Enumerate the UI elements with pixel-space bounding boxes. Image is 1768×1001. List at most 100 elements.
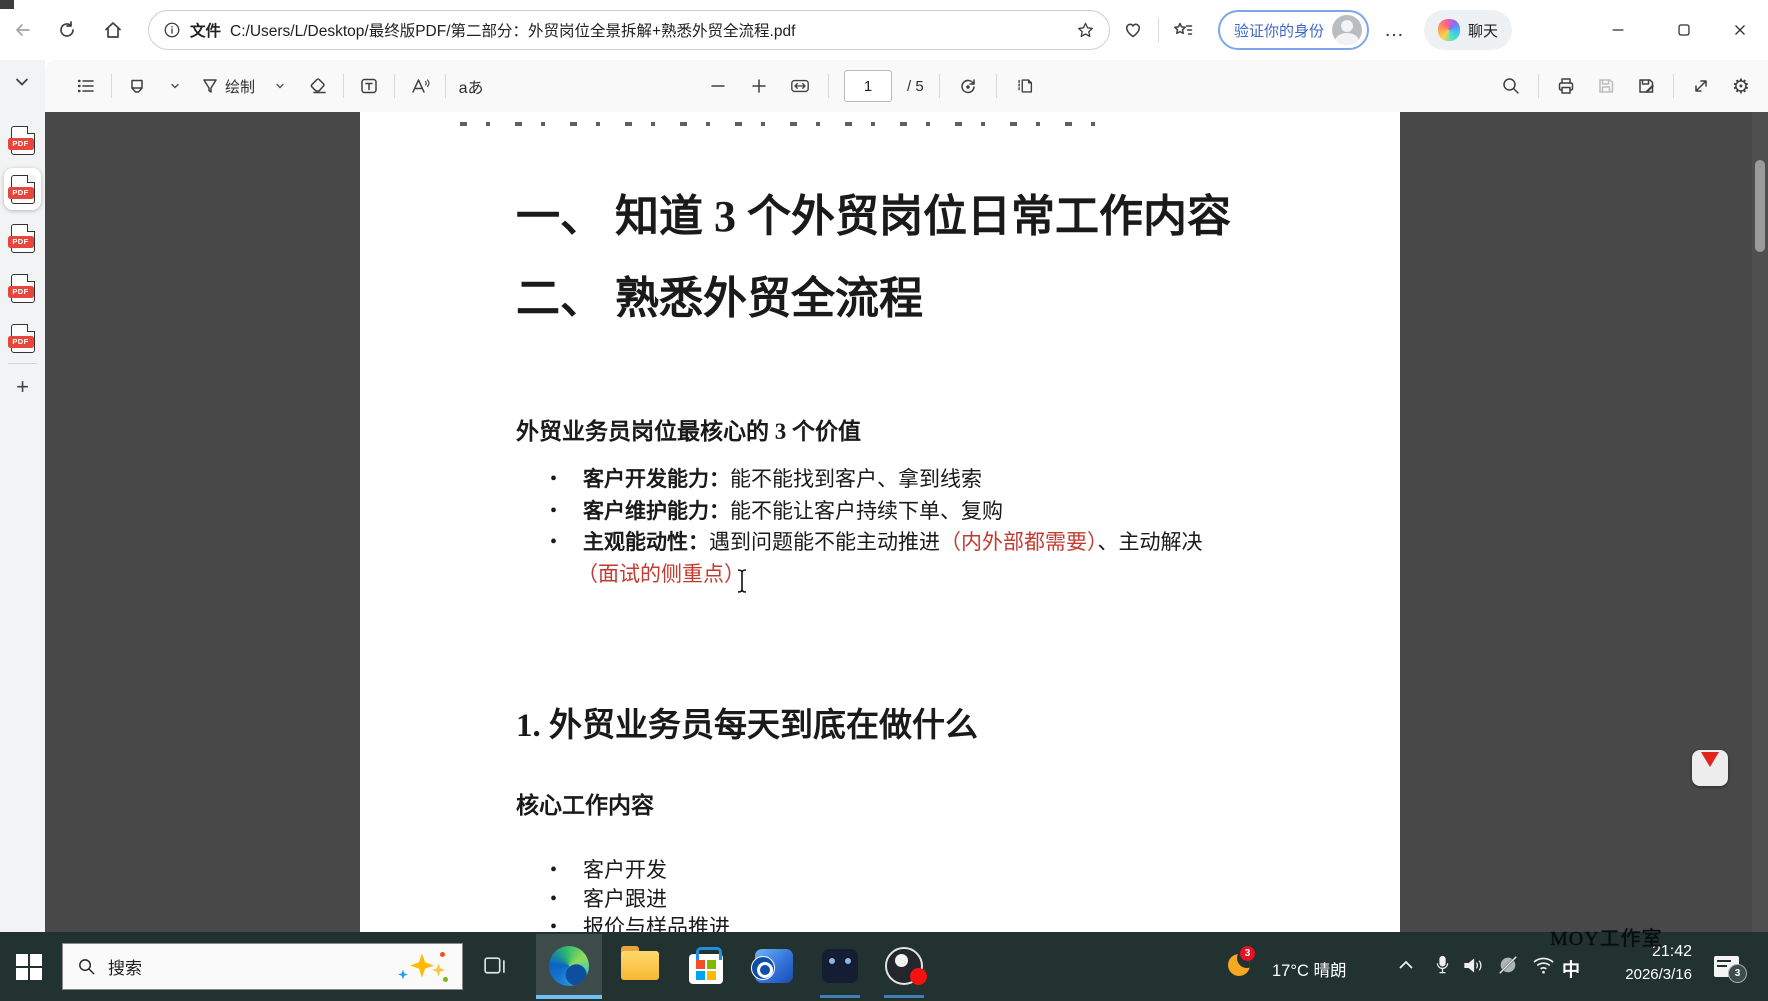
profile-avatar[interactable] bbox=[1332, 15, 1362, 45]
pdf-file-icon: PDF bbox=[11, 324, 35, 353]
fullscreen-icon[interactable] bbox=[1688, 70, 1714, 102]
file-explorer-icon bbox=[621, 951, 659, 981]
scrollbar-thumb[interactable] bbox=[1755, 160, 1765, 252]
table-of-contents-icon[interactable] bbox=[73, 70, 99, 102]
sidebar-tab-pdf-5[interactable]: PDF bbox=[4, 317, 41, 359]
pdf-file-icon: PDF bbox=[11, 274, 35, 303]
page-total-label: / 5 bbox=[907, 78, 924, 95]
ime-indicator[interactable]: 中 bbox=[1562, 956, 1580, 982]
acrobat-icon bbox=[1701, 752, 1719, 776]
eraser-icon[interactable] bbox=[305, 70, 331, 102]
interview-focus-note: （面试的侧重点） bbox=[577, 559, 1203, 591]
microphone-icon[interactable] bbox=[1434, 954, 1451, 976]
taskbar-outlook-button[interactable] bbox=[746, 934, 802, 998]
notification-center-button[interactable]: 3 bbox=[1714, 956, 1739, 977]
vertical-scrollbar[interactable] bbox=[1752, 112, 1768, 932]
wifi-icon[interactable] bbox=[1532, 955, 1555, 975]
back-icon[interactable] bbox=[8, 15, 38, 45]
page-view-icon[interactable] bbox=[1012, 70, 1038, 102]
url-scheme-label: 文件 bbox=[190, 19, 221, 41]
pdf-file-icon: PDF bbox=[11, 175, 35, 204]
pdf-toolbar-right-group: ⚙ bbox=[1498, 60, 1754, 112]
fit-to-width-icon[interactable] bbox=[787, 70, 813, 102]
favorite-star-icon[interactable] bbox=[1076, 21, 1095, 40]
translate-icon[interactable]: aあ bbox=[458, 70, 484, 102]
page-number-input[interactable] bbox=[844, 70, 892, 102]
draw-label: 绘制 bbox=[225, 76, 255, 97]
taskbar-edge-button[interactable] bbox=[536, 934, 602, 998]
search-placeholder: 搜索 bbox=[108, 954, 142, 979]
read-aloud-icon[interactable] bbox=[407, 70, 433, 102]
sidebar-tab-pdf-3[interactable]: PDF bbox=[4, 217, 41, 259]
browser-essentials-icon[interactable] bbox=[1118, 15, 1148, 45]
taskbar-obs-button[interactable] bbox=[876, 934, 932, 998]
sidebar-tab-pdf-1[interactable]: PDF bbox=[4, 119, 41, 161]
new-tab-button[interactable]: + bbox=[4, 366, 41, 408]
favorites-bar-icon[interactable] bbox=[1168, 15, 1198, 45]
weather-text[interactable]: 17°C 晴朗 bbox=[1272, 957, 1346, 981]
core-work-heading: 核心工作内容 bbox=[516, 786, 654, 820]
draw-button[interactable]: 绘制 bbox=[200, 70, 255, 102]
taskbar-file-explorer-button[interactable] bbox=[612, 934, 668, 998]
core-values-list: • 客户开发能力：能不能找到客户、拿到线索 • 客户维护能力：能不能让客户持续下… bbox=[550, 464, 1203, 590]
sidebar-tab-pdf-4[interactable]: PDF bbox=[4, 267, 41, 309]
disabled-device-icon[interactable] bbox=[1497, 954, 1519, 976]
edge-active-indicator bbox=[536, 995, 602, 999]
collapse-tabs-chevron-icon[interactable] bbox=[7, 67, 37, 97]
volume-icon[interactable] bbox=[1462, 956, 1485, 975]
notification-badge: 3 bbox=[1728, 964, 1747, 983]
watermark: MOY工作室 bbox=[1550, 922, 1663, 951]
list-item-clipped: • 报价与样品推进 bbox=[550, 913, 730, 932]
refresh-icon[interactable] bbox=[52, 15, 82, 45]
taskbar-dark-app-button[interactable] bbox=[812, 934, 868, 998]
heading-line-1: 一、 知道 3 个外贸岗位日常工作内容 bbox=[516, 176, 1231, 258]
running-indicator bbox=[820, 995, 860, 998]
close-button[interactable] bbox=[1723, 13, 1757, 47]
task-view-icon[interactable] bbox=[482, 954, 507, 979]
core-values-heading: 外贸业务员岗位最核心的 3 个价值 bbox=[516, 412, 861, 446]
pdf-page[interactable]: 一、 知道 3 个外贸岗位日常工作内容 二、 熟悉外贸全流程 外贸业务员岗位最核… bbox=[360, 112, 1400, 932]
minimize-button[interactable] bbox=[1601, 13, 1635, 47]
screen: 文件 C:/Users/L/Desktop/最终版PDF/第二部分：外贸岗位全景… bbox=[0, 0, 1768, 1001]
address-bar[interactable]: 文件 C:/Users/L/Desktop/最终版PDF/第二部分：外贸岗位全景… bbox=[148, 10, 1110, 50]
search-document-icon[interactable] bbox=[1498, 70, 1524, 102]
corner-artifact bbox=[0, 0, 14, 9]
windows-taskbar: 搜索 bbox=[0, 932, 1768, 1001]
tray-chevron-icon[interactable] bbox=[1398, 960, 1414, 970]
sidebar-tab-pdf-2-active[interactable]: PDF bbox=[4, 168, 41, 210]
pdf-settings-gear-icon[interactable]: ⚙ bbox=[1728, 70, 1754, 102]
print-icon[interactable] bbox=[1553, 70, 1579, 102]
list-item: • 客户跟进 bbox=[550, 885, 730, 914]
taskbar-store-button[interactable] bbox=[678, 934, 734, 998]
clipped-previous-line bbox=[460, 122, 1100, 126]
verify-identity-label: 验证你的身份 bbox=[1234, 20, 1324, 41]
edge-icon bbox=[549, 946, 589, 986]
microsoft-store-icon bbox=[689, 954, 723, 984]
home-icon[interactable] bbox=[98, 15, 128, 45]
weather-widget-icon[interactable]: 3 bbox=[1228, 954, 1254, 980]
dark-app-icon bbox=[822, 949, 858, 983]
highlighter-dropdown-icon[interactable] bbox=[162, 70, 188, 102]
highlighter-icon[interactable] bbox=[124, 70, 150, 102]
copilot-icon bbox=[1438, 19, 1460, 41]
save-as-icon[interactable] bbox=[1633, 70, 1659, 102]
zoom-in-icon[interactable] bbox=[746, 70, 772, 102]
add-text-icon[interactable] bbox=[356, 70, 382, 102]
taskbar-search-box[interactable]: 搜索 bbox=[62, 943, 463, 990]
url-text[interactable]: C:/Users/L/Desktop/最终版PDF/第二部分：外贸岗位全景拆解+… bbox=[230, 19, 1067, 41]
copilot-chat-button[interactable]: 聊天 bbox=[1424, 10, 1512, 50]
more-menu-icon[interactable]: … bbox=[1380, 15, 1410, 45]
verify-identity-button[interactable]: 验证你的身份 bbox=[1218, 10, 1369, 50]
zoom-out-icon[interactable] bbox=[705, 70, 731, 102]
list-item: • 客户开发 bbox=[550, 856, 730, 885]
rotate-icon[interactable] bbox=[955, 70, 981, 102]
pdf-toolbar-left-group: 绘制 aあ bbox=[73, 60, 484, 112]
info-icon[interactable] bbox=[163, 21, 181, 39]
vertical-tab-strip: PDF PDF PDF PDF PDF + bbox=[0, 60, 45, 932]
start-button[interactable] bbox=[12, 950, 46, 984]
maximize-button[interactable] bbox=[1667, 13, 1701, 47]
acrobat-floating-button[interactable] bbox=[1692, 750, 1728, 786]
draw-dropdown-icon[interactable] bbox=[267, 70, 293, 102]
pdf-viewer-area[interactable]: 一、 知道 3 个外贸岗位日常工作内容 二、 熟悉外贸全流程 外贸业务员岗位最核… bbox=[45, 112, 1768, 932]
save-icon bbox=[1593, 70, 1619, 102]
